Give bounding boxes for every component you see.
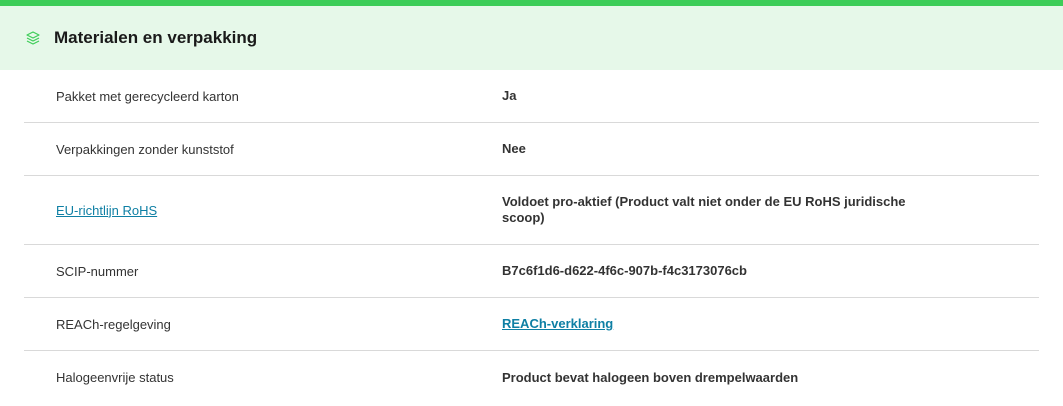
row-value: Ja [502, 88, 517, 103]
row-value-link: REACh-verklaring [502, 316, 932, 332]
reach-declaration-link[interactable]: REACh-verklaring [502, 316, 613, 331]
table-row: REACh-regelgeving REACh-verklaring [24, 298, 1039, 351]
row-value: B7c6f1d6-d622-4f6c-907b-f4c3173076cb [502, 263, 747, 278]
table-row: SCIP-nummer B7c6f1d6-d622-4f6c-907b-f4c3… [24, 245, 1039, 298]
row-label: Halogeenvrije status [56, 370, 174, 385]
row-value: Voldoet pro-aktief (Product valt niet on… [502, 194, 906, 225]
row-label: Pakket met gerecycleerd karton [56, 88, 239, 104]
table-row: Halogeenvrije status Product bevat halog… [24, 351, 1039, 404]
row-label: Verpakkingen zonder kunststof [56, 141, 234, 157]
layers-icon [24, 29, 42, 47]
row-label: SCIP-nummer [56, 263, 139, 279]
attribute-table: Pakket met gerecycleerd karton Ja Verpak… [0, 70, 1063, 404]
section-title: Materialen en verpakking [54, 28, 258, 47]
table-row: Verpakkingen zonder kunststof Nee [24, 123, 1039, 176]
materials-packaging-panel: Materialen en verpakking Pakket met gere… [0, 0, 1063, 404]
rohs-directive-link[interactable]: EU-richtlijn RoHS [56, 203, 157, 218]
table-row: Pakket met gerecycleerd karton Ja [24, 70, 1039, 123]
row-label: REACh-regelgeving [56, 316, 171, 332]
table-row: EU-richtlijn RoHS Voldoet pro-aktief (Pr… [24, 176, 1039, 245]
section-header[interactable]: Materialen en verpakking [0, 6, 1063, 70]
row-value: Nee [502, 141, 526, 156]
row-label-link: EU-richtlijn RoHS [24, 203, 502, 218]
row-value: Product bevat halogeen boven drempelwaar… [502, 369, 799, 385]
